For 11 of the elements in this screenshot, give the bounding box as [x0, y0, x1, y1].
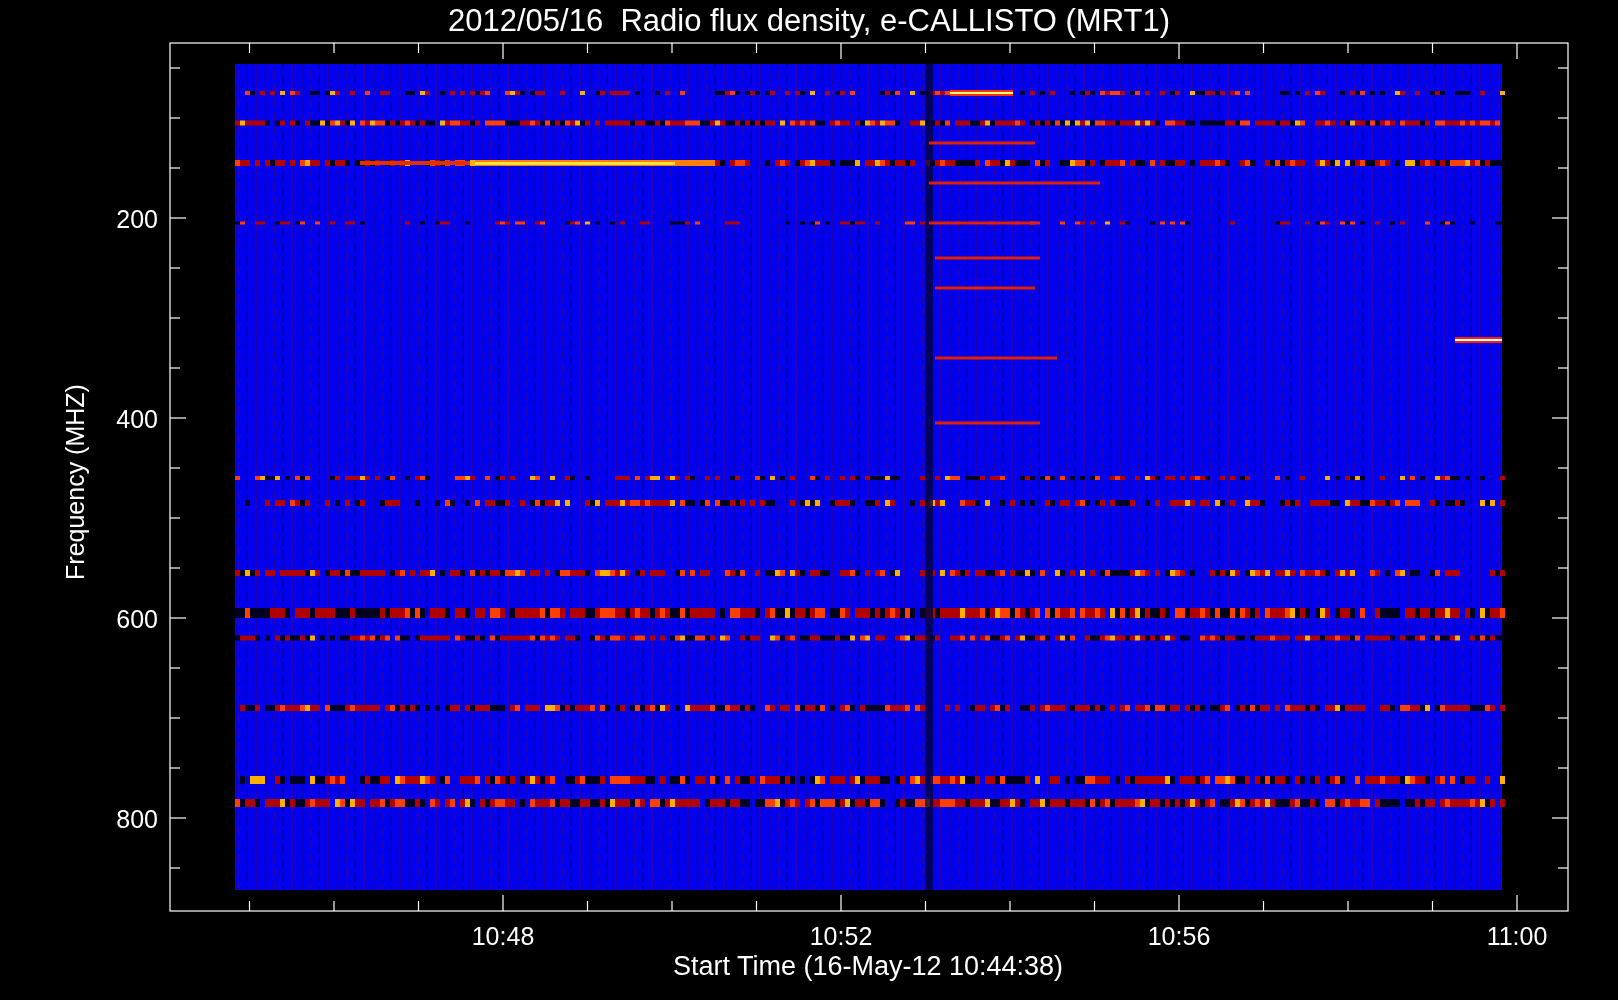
x-tick-label: 10:48	[471, 922, 535, 950]
y-tick-label: 800	[116, 805, 158, 833]
x-tick-label: 11:00	[1486, 922, 1548, 950]
x-tick-label: 10:56	[1147, 922, 1211, 950]
x-tick-label: 10:52	[809, 922, 873, 950]
x-axis-label: Start Time (16-May-12 10:44:38)	[672, 951, 1064, 981]
chart-title: 2012/05/16 Radio flux density, e-CALLISTO (MRT1)	[448, 3, 1170, 38]
y-tick-label: 200	[116, 205, 158, 233]
y-tick-label: 600	[116, 605, 158, 633]
y-axis-label: Frequency (MHZ)	[61, 384, 89, 580]
y-tick-label: 400	[116, 405, 158, 433]
